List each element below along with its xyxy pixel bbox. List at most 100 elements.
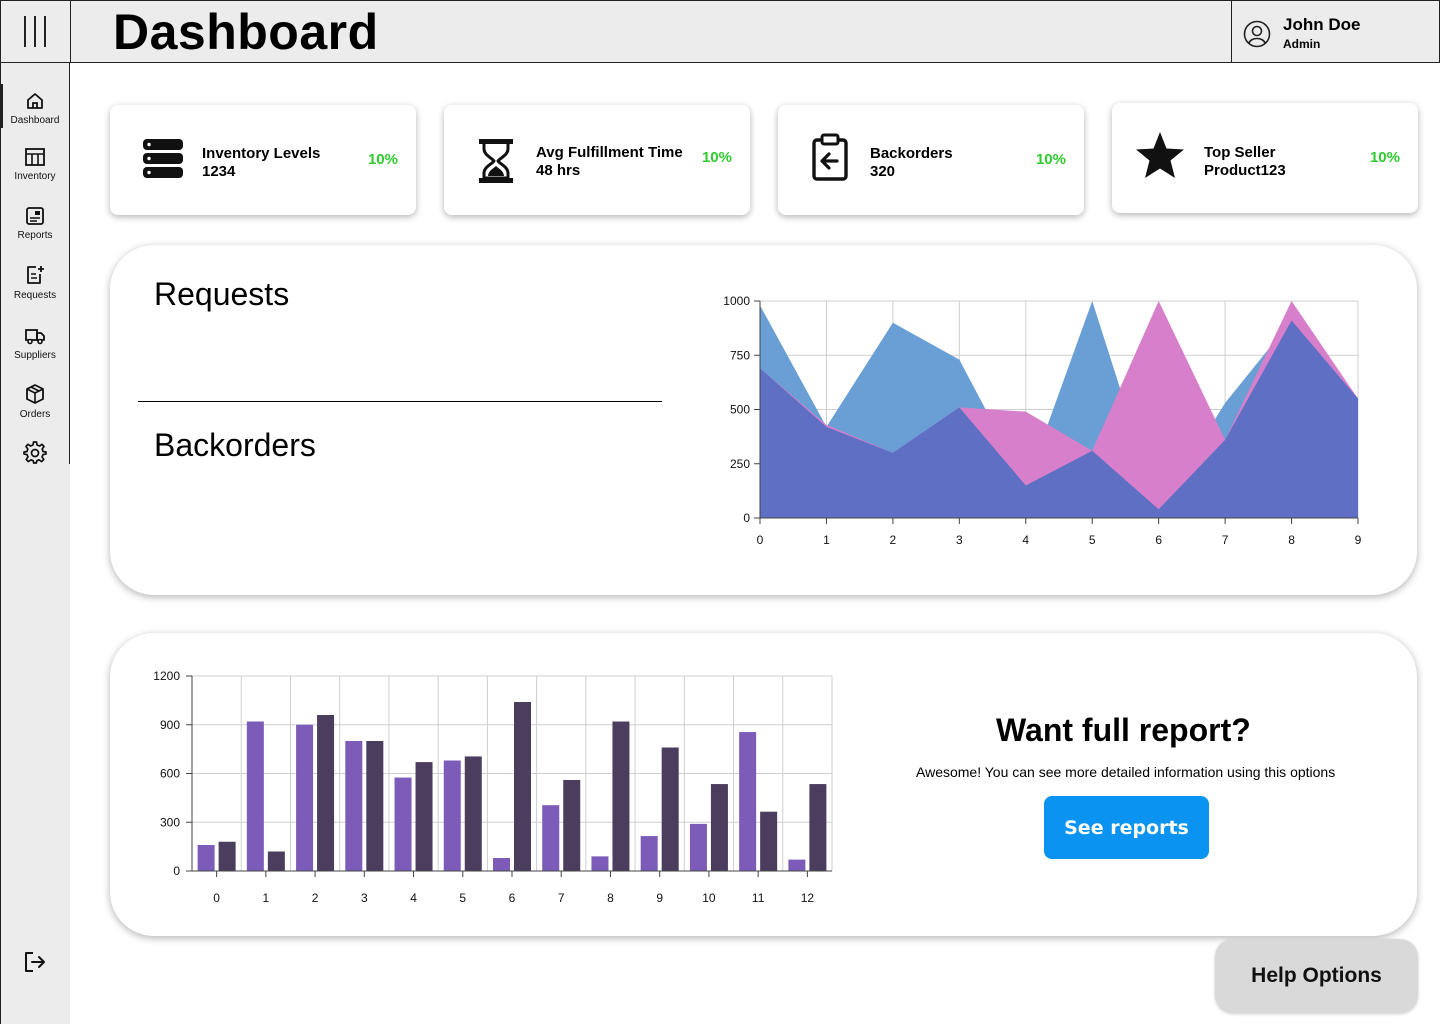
stat-change: 10% [367,151,398,168]
bar-series-1 [542,805,560,871]
user-menu[interactable]: John Doe Admin [1231,1,1440,63]
x-tick-label: 12 [801,891,815,905]
bar-series-2 [267,851,285,871]
y-tick-label: 750 [730,348,750,362]
help-options-button[interactable]: Help Options [1215,939,1418,1013]
cta-text: Awesome! You can see more detailed infor… [916,764,1336,780]
table-icon [25,148,45,166]
home-icon [27,93,43,109]
bar-series-1 [443,760,461,871]
sidebar-item-reports[interactable]: Reports [1,206,69,241]
y-tick-label: 250 [730,457,750,471]
top-bar: Dashboard John Doe Admin [0,0,1440,63]
x-tick-label: 11 [752,891,765,905]
x-tick-label: 9 [1355,533,1362,547]
logout-button[interactable] [23,950,47,979]
y-tick-label: 1000 [723,294,750,308]
x-tick-label: 4 [1022,533,1029,547]
database-icon [143,139,183,178]
x-tick-label: 2 [890,533,897,547]
user-avatar-icon [1243,20,1271,48]
bar-series-2 [415,762,433,871]
sidebar-item-label: Dashboard [10,115,60,126]
request-icon [27,266,44,284]
bar-series-2 [809,784,827,871]
backorders-heading: Backorders [154,427,316,463]
stat-card-fulfillment[interactable]: Avg Fulfillment Time 48 hrs 10% [444,105,750,215]
bar-series-2 [612,721,630,871]
y-tick-label: 1200 [153,669,180,683]
x-tick-label: 0 [213,891,220,905]
x-tick-label: 5 [1089,533,1096,547]
bar-series-1 [197,845,215,871]
sidebar-item-label: Requests [13,290,57,301]
stat-value: 48 hrs [536,162,581,179]
page-title: Dashboard [113,4,379,60]
stat-title: Avg Fulfillment Time [536,144,683,161]
sidebar-item-suppliers[interactable]: Suppliers [1,326,69,361]
bar-series-1 [739,732,757,871]
stat-title: Inventory Levels [202,145,321,162]
hourglass-icon [479,139,513,183]
settings-button[interactable] [23,440,47,469]
bar-series-2 [464,756,482,871]
x-tick-label: 6 [509,891,516,905]
sidebar-item-dashboard[interactable]: Dashboard [1,91,69,126]
box-icon [26,384,44,404]
stat-card-backorders[interactable]: Backorders 320 10% [778,105,1084,215]
y-tick-label: 600 [160,767,180,781]
sidebar-item-inventory[interactable]: Inventory [1,147,69,182]
bar-series-2 [218,841,236,871]
truck-icon [25,329,45,345]
y-tick-label: 900 [160,718,180,732]
user-role: Admin [1283,37,1321,51]
bar-series-1 [591,856,609,871]
report-icon [26,207,44,225]
menu-icon[interactable] [1,1,71,63]
bar-series-1 [640,836,658,871]
x-tick-label: 5 [459,891,466,905]
star-icon [1136,132,1184,178]
y-tick-label: 0 [743,511,750,525]
stat-change: 10% [1369,149,1400,166]
sidebar-item-orders[interactable]: Orders [1,383,69,420]
sidebar-item-label: Orders [19,409,51,420]
y-tick-label: 500 [730,403,750,417]
requests-heading: Requests [154,276,290,312]
bar-series-1 [394,777,412,871]
bar-series-1 [246,721,264,871]
bar-series-1 [788,859,806,871]
bar-series-1 [493,858,510,871]
x-tick-label: 1 [823,533,830,547]
panel-divider [138,401,662,402]
bar-series-2 [661,747,679,871]
bar-series-2 [514,702,531,871]
bar-series-2 [563,780,581,871]
y-tick-label: 0 [173,864,180,878]
stat-change: 10% [701,149,732,166]
user-name: John Doe [1283,15,1361,34]
see-reports-button[interactable]: See reports [1044,796,1209,859]
stat-card-inventory[interactable]: Inventory Levels 1234 10% [110,105,416,215]
bar-series-1 [345,741,363,871]
bar-series-2 [710,784,728,871]
sidebar-item-requests[interactable]: Requests [1,264,69,301]
bar-series-2 [366,741,384,871]
bar-chart: 030060090012000 1 2 3 4 5 6 7 8 9 10 11 12 [153,669,833,905]
gear-icon [23,441,47,464]
sidebar-item-label: Suppliers [14,350,56,361]
x-tick-label: 8 [607,891,614,905]
stat-card-top-seller[interactable]: Top Seller Product123 10% [1112,103,1418,213]
area-chart: 0 250 500 750 1000 0 1 2 3 4 5 6 7 8 9 [723,294,1362,547]
stat-value: Product123 [1204,162,1286,179]
sidebar-item-label: Reports [17,230,53,241]
stat-title: Top Seller [1204,144,1276,161]
stat-title: Backorders [870,145,953,162]
stat-change: 10% [1035,151,1066,168]
cta-title: Want full report? [996,712,1251,748]
x-tick-label: 4 [410,891,417,905]
x-tick-label: 7 [1222,533,1229,547]
stat-value: 320 [870,163,896,180]
stat-value: 1234 [202,163,236,180]
x-tick-label: 1 [263,891,270,905]
